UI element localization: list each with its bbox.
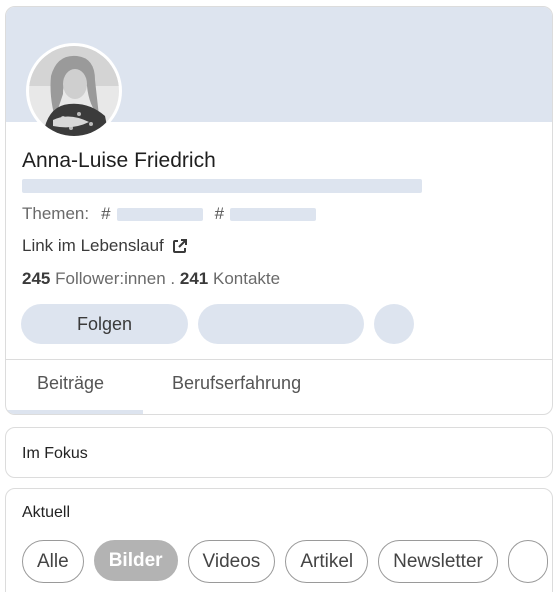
tab-experience[interactable]: Berufserfahrung: [172, 373, 301, 394]
filter-chip-videos[interactable]: Videos: [187, 540, 276, 583]
topic-hash: #: [214, 204, 225, 223]
more-button-placeholder[interactable]: [374, 304, 414, 344]
contacts-label[interactable]: Kontakte: [213, 269, 280, 288]
focus-section: Im Fokus: [5, 427, 553, 478]
resume-link[interactable]: Link im Lebenslauf: [22, 236, 188, 256]
topic-hash: #: [101, 204, 111, 223]
focus-title: Im Fokus: [22, 445, 88, 462]
profile-photo: [29, 46, 119, 136]
active-tab-indicator: [6, 410, 143, 414]
followers-label[interactable]: Follower:innen: [55, 269, 166, 288]
filter-chip-images[interactable]: Bilder: [93, 540, 178, 581]
filter-chip-all[interactable]: Alle: [22, 540, 84, 583]
resume-link-label: Link im Lebenslauf: [22, 236, 164, 255]
followers-count: 245: [22, 269, 51, 288]
topic-placeholder: [230, 207, 317, 221]
topics-row: Themen: # #: [22, 204, 317, 224]
external-link-icon: [172, 239, 187, 253]
filter-chip-newsletter[interactable]: Newsletter: [378, 540, 498, 583]
tab-posts[interactable]: Beiträge: [37, 373, 104, 394]
follow-button[interactable]: Folgen: [21, 304, 188, 344]
topics-label: Themen:: [22, 204, 90, 223]
filter-chip-more[interactable]: [507, 540, 548, 583]
follower-stats: 245 Follower:innen . 241 Kontakte: [22, 269, 280, 289]
filter-chip-articles[interactable]: Artikel: [285, 540, 369, 583]
contacts-count: 241: [179, 269, 209, 288]
filter-chips: Alle Bilder Videos Artikel Newsletter: [22, 540, 548, 583]
profile-name: Anna-Luise Friedrich: [22, 149, 216, 172]
stats-separator: .: [170, 269, 176, 288]
topic-placeholder: [116, 207, 203, 221]
current-section: Aktuell Alle Bilder Videos Artikel Newsl…: [5, 488, 553, 592]
current-title: Aktuell: [22, 504, 71, 521]
headline-placeholder: [22, 179, 422, 193]
action-button-placeholder[interactable]: [198, 304, 364, 344]
tabs-divider: [6, 359, 552, 360]
profile-card: Anna-Luise Friedrich Themen: # # Link im…: [5, 6, 553, 415]
avatar[interactable]: [26, 43, 122, 139]
